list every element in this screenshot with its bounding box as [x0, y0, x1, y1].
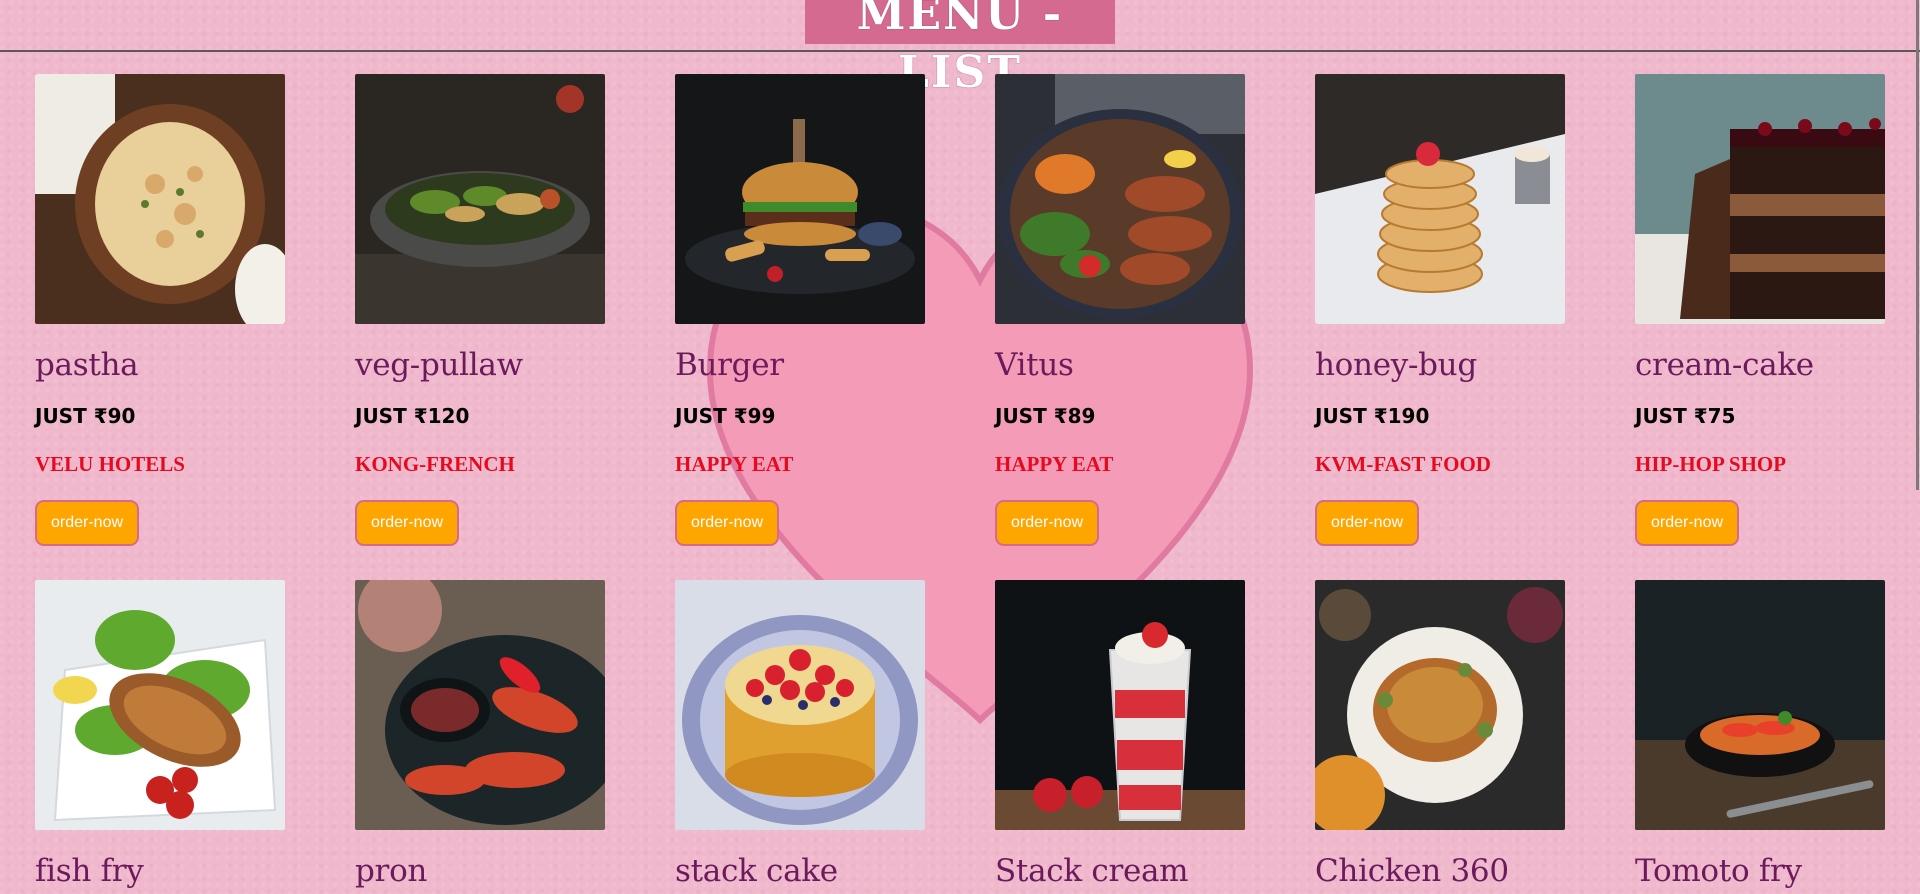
scrollbar-thumb[interactable] — [1916, 0, 1919, 490]
menu-card-fish-fry: fish fry — [35, 580, 285, 890]
stack-cream-photo — [995, 580, 1245, 830]
dish-name: fish fry — [35, 853, 144, 889]
dish-name: cream-cake — [1635, 347, 1814, 383]
menu-card-stack-cake: stack cake — [675, 580, 925, 890]
shop-name: KONG-FRENCH — [355, 452, 515, 476]
menu-card-tomoto-fry: Tomoto fry — [1635, 580, 1885, 890]
order-now-button[interactable]: order-now — [35, 500, 140, 546]
menu-card-veg-pullaw: veg-pullaw JUST ₹120 KONG-FRENCH order-n… — [355, 74, 605, 580]
burger-photo — [675, 74, 925, 324]
vertical-scrollbar[interactable] — [1912, 0, 1920, 894]
dish-name: honey-bug — [1315, 347, 1477, 383]
dish-name: stack cake — [675, 853, 838, 889]
fish-fry-photo — [35, 580, 285, 830]
order-now-button[interactable]: order-now — [995, 500, 1100, 546]
dish-price: JUST ₹75 — [1635, 404, 1736, 428]
shop-name: HIP-HOP SHOP — [1635, 452, 1787, 476]
dish-name: Chicken 360 — [1315, 853, 1509, 889]
dish-price: JUST ₹90 — [35, 404, 136, 428]
tomoto-fry-photo — [1635, 580, 1885, 830]
dish-price: JUST ₹120 — [355, 404, 470, 428]
order-now-button[interactable]: order-now — [675, 500, 780, 546]
menu-grid: pastha JUST ₹90 VELU HOTELS order-now ve… — [35, 74, 1885, 890]
shop-name: HAPPY EAT — [995, 452, 1114, 476]
dish-price: JUST ₹99 — [675, 404, 776, 428]
shop-name: HAPPY EAT — [675, 452, 794, 476]
pron-photo — [355, 580, 605, 830]
pasta-photo — [35, 74, 285, 324]
dish-name: veg-pullaw — [355, 347, 523, 383]
dish-price: JUST ₹89 — [995, 404, 1096, 428]
header-bar: MENU - LIST — [0, 0, 1920, 98]
order-now-button[interactable]: order-now — [355, 500, 460, 546]
chicken-360-photo — [1315, 580, 1565, 830]
dish-name: Burger — [675, 347, 784, 383]
dish-name: Stack cream — [995, 853, 1189, 889]
dish-name: Tomoto fry — [1635, 853, 1802, 889]
menu-card-cream-cake: cream-cake JUST ₹75 HIP-HOP SHOP order-n… — [1635, 74, 1885, 580]
order-now-button[interactable]: order-now — [1635, 500, 1740, 546]
menu-card-honey-bug: honey-bug JUST ₹190 KVM-FAST FOOD order-… — [1315, 74, 1565, 580]
menu-card-pron: pron — [355, 580, 605, 890]
menu-card-burger: Burger JUST ₹99 HAPPY EAT order-now — [675, 74, 925, 580]
menu-card-vitus: Vitus JUST ₹89 HAPPY EAT order-now — [995, 74, 1245, 580]
dish-price: JUST ₹190 — [1315, 404, 1430, 428]
menu-card-chicken-360: Chicken 360 — [1315, 580, 1565, 890]
honey-bug-photo — [1315, 74, 1565, 324]
menu-card-stack-cream: Stack cream — [995, 580, 1245, 890]
shop-name: VELU HOTELS — [35, 452, 185, 476]
order-now-button[interactable]: order-now — [1315, 500, 1420, 546]
vitus-photo — [995, 74, 1245, 324]
dish-name: pastha — [35, 347, 139, 383]
page-title: MENU - LIST — [805, 0, 1115, 98]
dish-name: pron — [355, 853, 428, 889]
stack-cake-photo — [675, 580, 925, 830]
dish-name: Vitus — [995, 347, 1074, 383]
shop-name: KVM-FAST FOOD — [1315, 452, 1491, 476]
cream-cake-photo — [1635, 74, 1885, 324]
veg-pullaw-photo — [355, 74, 605, 324]
menu-card-pastha: pastha JUST ₹90 VELU HOTELS order-now — [35, 74, 285, 580]
